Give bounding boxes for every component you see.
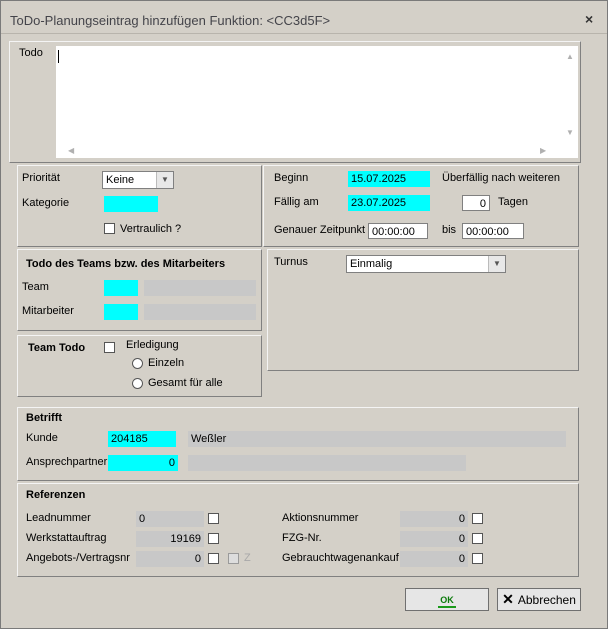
fzg-label: FZG-Nr. xyxy=(282,532,322,544)
kunde-label: Kunde xyxy=(26,432,58,444)
betrifft-heading: Betrifft xyxy=(26,412,63,424)
team-todo-checkbox[interactable] xyxy=(104,342,115,353)
angebot-z-checkbox[interactable] xyxy=(228,553,239,564)
erledigung-label: Erledigung xyxy=(126,339,179,351)
turnus-label: Turnus xyxy=(274,256,308,268)
referenzen-group: Referenzen Leadnummer 0 Werkstattauftrag… xyxy=(17,483,579,577)
werkstatt-field: 19169 xyxy=(136,531,204,547)
werkstatt-label: Werkstattauftrag xyxy=(26,532,107,544)
fzg-checkbox[interactable] xyxy=(472,533,483,544)
tage-field[interactable]: 0 xyxy=(462,195,490,211)
mitarbeiter-label: Mitarbeiter xyxy=(22,305,74,317)
window-title: ToDo-Planungseintrag hinzufügen Funktion… xyxy=(10,13,331,28)
scroll-up-icon[interactable]: ▲ xyxy=(566,52,574,61)
zeit-von-field[interactable]: 00:00:00 xyxy=(368,223,428,239)
ok-button[interactable]: OK xyxy=(405,588,489,611)
aktion-checkbox[interactable] xyxy=(472,513,483,524)
priority-group: Priorität Keine ▼ Kategorie Vertraulich … xyxy=(17,165,262,247)
kunde-name-field: Weßler xyxy=(188,431,566,447)
team-label: Team xyxy=(22,281,49,293)
lead-checkbox[interactable] xyxy=(208,513,219,524)
team-code-field[interactable] xyxy=(104,280,138,296)
todo-group: Todo ▲ ▼ ◀ ▶ xyxy=(9,41,581,163)
team-todo-group: Team Todo Erledigung Einzeln Gesamt für … xyxy=(17,335,262,397)
turnus-select[interactable]: Einmalig ▼ xyxy=(346,255,506,273)
kategorie-field[interactable] xyxy=(104,196,158,212)
ueberfaellig-label: Überfällig nach weiteren xyxy=(442,172,561,184)
angebot-z-label: Z xyxy=(244,552,251,564)
ansprech-name-field xyxy=(188,455,466,471)
ansprech-field[interactable]: 0 xyxy=(108,455,178,471)
vertraulich-label: Vertraulich ? xyxy=(120,223,182,235)
todo-textarea[interactable]: ▲ ▼ ◀ ▶ xyxy=(56,46,578,158)
title-bar: ToDo-Planungseintrag hinzufügen Funktion… xyxy=(1,5,607,34)
scroll-right-icon[interactable]: ▶ xyxy=(540,146,546,155)
prioritaet-value: Keine xyxy=(106,174,135,186)
lead-label: Leadnummer xyxy=(26,512,91,524)
ansprech-label: Ansprechpartner xyxy=(26,456,108,468)
dialog-window: ToDo-Planungseintrag hinzufügen Funktion… xyxy=(0,0,608,629)
todo-label: Todo xyxy=(19,47,43,59)
betrifft-group: Betrifft Kunde 204185 Weßler Ansprechpar… xyxy=(17,407,579,481)
faellig-label: Fällig am xyxy=(274,196,319,208)
beginn-label: Beginn xyxy=(274,172,309,184)
gebraucht-checkbox[interactable] xyxy=(472,553,483,564)
dates-group: Beginn 15.07.2025 Überfällig nach weiter… xyxy=(263,165,579,247)
abbrechen-label: Abbrechen xyxy=(517,593,576,607)
scroll-left-icon[interactable]: ◀ xyxy=(68,146,74,155)
mitarbeiter-name-field xyxy=(144,304,256,320)
werkstatt-checkbox[interactable] xyxy=(208,533,219,544)
einzeln-label: Einzeln xyxy=(148,357,185,369)
turnus-group: Turnus Einmalig ▼ xyxy=(267,249,579,371)
bis-label: bis xyxy=(442,224,457,236)
close-icon[interactable]: × xyxy=(585,11,593,27)
chevron-down-icon[interactable]: ▼ xyxy=(488,256,505,272)
kunde-nr-field[interactable]: 204185 xyxy=(108,431,176,447)
text-cursor xyxy=(58,50,59,63)
prioritaet-select[interactable]: Keine ▼ xyxy=(102,171,174,189)
team-group: Todo des Teams bzw. des Mitarbeiters Tea… xyxy=(17,249,262,331)
zeitpunkt-label: Genauer Zeitpunkt xyxy=(274,224,366,236)
aktion-label: Aktionsnummer xyxy=(282,512,359,524)
lead-field: 0 xyxy=(136,511,204,527)
team-todo-label: Team Todo xyxy=(28,342,86,354)
gesamt-radio[interactable] xyxy=(132,378,143,389)
team-heading: Todo des Teams bzw. des Mitarbeiters xyxy=(26,258,226,270)
fzg-field: 0 xyxy=(400,531,468,547)
beginn-field[interactable]: 15.07.2025 xyxy=(348,171,430,187)
einzeln-radio[interactable] xyxy=(132,358,143,369)
faellig-field[interactable]: 23.07.2025 xyxy=(348,195,430,211)
gebraucht-field: 0 xyxy=(400,551,468,567)
team-name-field xyxy=(144,280,256,296)
cancel-x-icon: ✕ xyxy=(502,591,514,607)
aktion-field: 0 xyxy=(400,511,468,527)
gebraucht-label: Gebrauchtwagenankauf xyxy=(282,552,399,564)
tage-label: Tagen xyxy=(498,196,528,208)
angebot-label: Angebots-/Vertragsnr xyxy=(26,552,130,564)
kategorie-label: Kategorie xyxy=(22,197,70,209)
referenzen-heading: Referenzen xyxy=(26,489,86,501)
turnus-value: Einmalig xyxy=(350,258,393,270)
abbrechen-button[interactable]: ✕ Abbrechen xyxy=(497,588,581,611)
ok-icon: OK xyxy=(438,594,456,608)
todo-vertical-scrollbar[interactable]: ▲ ▼ xyxy=(562,46,578,143)
todo-horizontal-scrollbar[interactable]: ◀ ▶ xyxy=(56,143,578,158)
chevron-down-icon[interactable]: ▼ xyxy=(156,172,173,188)
mitarbeiter-code-field[interactable] xyxy=(104,304,138,320)
angebot-checkbox[interactable] xyxy=(208,553,219,564)
prioritaet-label: Priorität xyxy=(22,172,60,184)
vertraulich-checkbox[interactable] xyxy=(104,223,115,234)
gesamt-label: Gesamt für alle xyxy=(148,377,223,389)
angebot-field: 0 xyxy=(136,551,204,567)
zeit-bis-field[interactable]: 00:00:00 xyxy=(462,223,524,239)
scroll-down-icon[interactable]: ▼ xyxy=(566,128,574,137)
